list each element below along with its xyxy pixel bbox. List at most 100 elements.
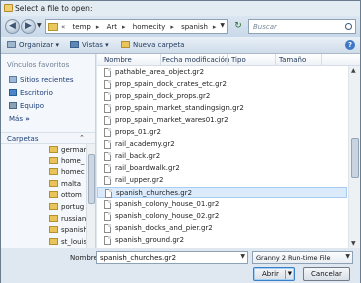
sidebar-item-desktop[interactable]: Escritorio	[9, 89, 53, 97]
sidebar-item-recent[interactable]: Sitios recientes	[9, 76, 74, 84]
sidebar-item-label: Equipo	[20, 102, 44, 110]
organize-icon	[7, 41, 16, 48]
file-icon	[104, 152, 111, 161]
file-row[interactable]: pathable_area_object.gr2	[97, 67, 347, 78]
open-options-dropdown-icon[interactable]: ▼	[288, 268, 292, 280]
more-links[interactable]: Más »	[9, 115, 30, 123]
scroll-down-icon[interactable]: ▼	[351, 240, 356, 247]
breadcrumb-item[interactable]: Art	[107, 23, 117, 31]
folders-header: Carpetas	[7, 135, 39, 143]
folder-label: st_louis	[61, 238, 86, 246]
cancel-button[interactable]: Cancelar	[303, 267, 350, 281]
breadcrumb-item[interactable]: temp	[73, 23, 91, 31]
chevron-right-icon[interactable]: ▸	[122, 23, 126, 31]
double-chevron-icon: »	[25, 115, 30, 123]
file-icon	[104, 200, 111, 209]
sidebar-item-label: Sitios recientes	[20, 76, 74, 84]
file-icon	[104, 116, 111, 125]
column-header-name[interactable]: Nombre	[104, 56, 132, 64]
filetype-select[interactable]: Granny 2 Run-time File ▼	[252, 251, 353, 264]
file-row[interactable]: rail_academy.gr2	[97, 139, 347, 150]
new-folder-label: Nueva carpeta	[133, 41, 185, 49]
forward-button[interactable]: ▶	[21, 19, 36, 34]
breadcrumb-item[interactable]: spanish	[181, 23, 208, 31]
folder-tree-item[interactable]: malta	[49, 180, 81, 188]
address-bar[interactable]: « temp ▸ Art ▸ homecity ▸ spanish ▸ ▼	[45, 19, 228, 34]
column-header-type[interactable]: Tipo	[231, 56, 246, 64]
file-name: spanish_churches.gr2	[116, 189, 193, 197]
file-name: rail_upper.gr2	[115, 176, 164, 184]
file-icon	[104, 104, 111, 113]
file-row[interactable]: prop_spain_dock_crates_etc.gr2	[97, 79, 347, 90]
chevron-right-icon[interactable]: ▸	[213, 23, 217, 31]
folder-icon	[49, 180, 58, 187]
folder-tree-item[interactable]: ottom	[49, 191, 82, 199]
history-dropdown-icon[interactable]: ▼	[37, 22, 42, 29]
column-header-date[interactable]: Fecha modificación	[162, 56, 229, 64]
folder-label: spanish	[61, 226, 86, 234]
file-name: prop_spain_dock_props.gr2	[115, 92, 211, 100]
folder-icon	[48, 23, 58, 31]
scrollbar-thumb[interactable]	[88, 154, 95, 204]
scrollbar-thumb[interactable]	[351, 138, 359, 178]
column-divider[interactable]	[275, 54, 276, 66]
folder-label: ottom	[61, 191, 82, 199]
collapse-icon[interactable]: ⌃	[79, 134, 85, 142]
new-folder-button[interactable]: Nueva carpeta	[121, 41, 184, 49]
chevron-left-icon[interactable]: «	[61, 23, 65, 31]
split-divider	[285, 270, 286, 279]
file-list-scrollbar[interactable]: ▲ ▼	[348, 66, 360, 248]
sidebar-item-computer[interactable]: Equipo	[9, 102, 44, 110]
file-row[interactable]: rail_boardwalk.gr2	[97, 163, 347, 174]
folder-tree-item[interactable]: spanish	[49, 226, 86, 234]
file-icon	[104, 212, 111, 221]
views-button[interactable]: Vistas ▾	[70, 41, 109, 49]
file-row[interactable]: prop_spain_market_standingsign.gr2	[97, 103, 347, 114]
organize-button[interactable]: Organizar ▾	[7, 41, 59, 49]
file-row[interactable]: prop_spain_market_wares01.gr2	[97, 115, 347, 126]
folder-tree-scrollbar[interactable]	[86, 144, 95, 248]
column-divider[interactable]	[160, 54, 161, 66]
column-divider[interactable]	[321, 54, 322, 66]
file-name: spanish_docks_and_pier.gr2	[115, 224, 213, 232]
search-icon[interactable]	[345, 23, 352, 30]
filename-dropdown-icon[interactable]: ▼	[240, 253, 245, 260]
file-row-selected[interactable]: spanish_churches.gr2	[97, 187, 347, 198]
file-icon	[104, 68, 111, 77]
file-name: pathable_area_object.gr2	[115, 68, 205, 76]
file-row[interactable]: rail_upper.gr2	[97, 175, 347, 186]
file-row[interactable]: spanish_ground.gr2	[97, 235, 347, 246]
file-row[interactable]: props_01.gr2	[97, 127, 347, 138]
chevron-right-icon[interactable]: ▸	[170, 23, 174, 31]
file-row[interactable]: prop_spain_dock_props.gr2	[97, 91, 347, 102]
folder-tree-item[interactable]: st_louis	[49, 238, 86, 246]
folder-tree-item[interactable]: germar	[49, 146, 86, 154]
folder-icon	[49, 146, 58, 153]
address-dropdown-icon[interactable]: ▼	[220, 22, 225, 29]
file-row[interactable]: spanish_docks_and_pier.gr2	[97, 223, 347, 234]
column-header-size[interactable]: Tamaño	[279, 56, 306, 64]
folder-icon	[49, 226, 58, 233]
folder-tree-item[interactable]: home_	[49, 157, 84, 165]
breadcrumb-item[interactable]: homecity	[133, 23, 166, 31]
filename-field[interactable]: spanish_churches.gr2 ▼	[96, 251, 248, 264]
back-button[interactable]: ◀	[5, 19, 20, 34]
open-button[interactable]: Abrir ▼	[253, 267, 295, 281]
column-header-row: Nombre Fecha modificación Tipo Tamaño	[97, 54, 360, 66]
chevron-right-icon[interactable]: ▸	[96, 23, 100, 31]
folder-icon	[49, 238, 58, 245]
file-row[interactable]: spanish_colony_house_02.gr2	[97, 211, 347, 222]
file-row[interactable]: rail_back.gr2	[97, 151, 347, 162]
folder-tree-item[interactable]: portug	[49, 203, 84, 211]
search-input[interactable]: Buscar	[248, 19, 356, 34]
refresh-icon[interactable]: ↻	[232, 21, 244, 33]
folder-tree-item[interactable]: russian	[49, 215, 86, 223]
window-title: Select a file to open:	[15, 4, 93, 13]
folder-tree-item[interactable]: homec	[49, 168, 85, 176]
help-icon[interactable]: ?	[345, 40, 355, 50]
scroll-up-icon[interactable]: ▲	[351, 67, 356, 74]
folders-section-header[interactable]: Carpetas ⌃	[1, 132, 95, 144]
search-placeholder: Buscar	[253, 23, 277, 31]
column-divider[interactable]	[227, 54, 228, 66]
file-row[interactable]: spanish_colony_house_01.gr2	[97, 199, 347, 210]
